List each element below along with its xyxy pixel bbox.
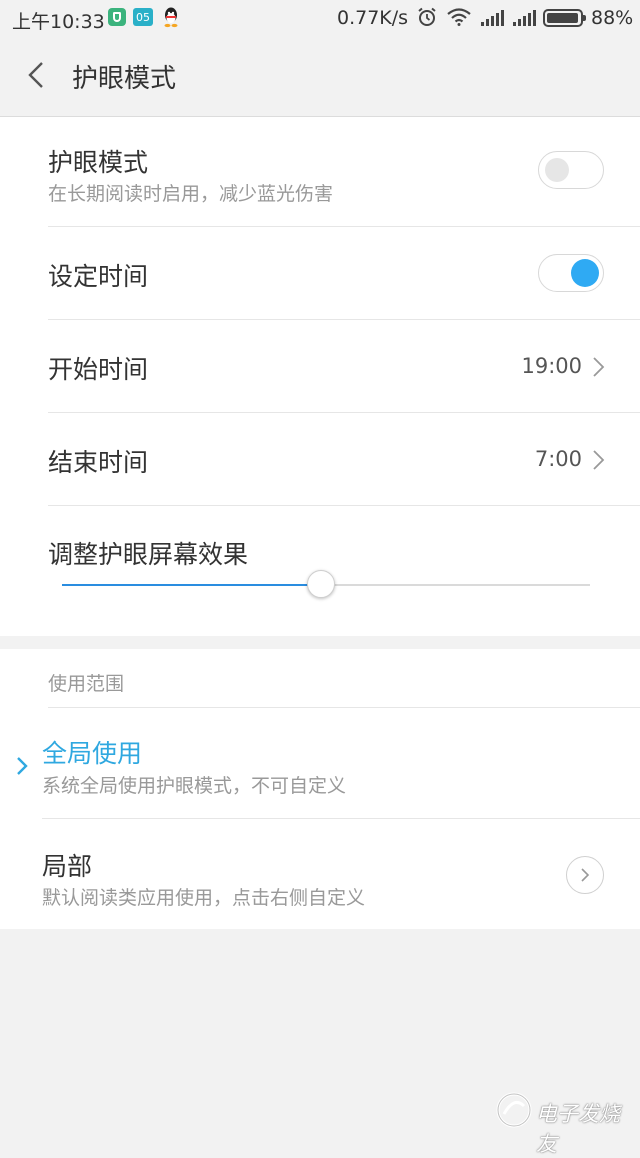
toggle-knob	[545, 158, 569, 182]
start-time-row[interactable]: 开始时间 19:00	[48, 320, 640, 413]
chevron-left-icon[interactable]	[24, 60, 50, 90]
settings-card: 护眼模式 在长期阅读时启用，减少蓝光伤害 设定时间 开始时间 19:00 结束时…	[0, 117, 640, 636]
battery-percent: 88%	[591, 7, 634, 29]
schedule-title: 设定时间	[48, 262, 149, 291]
scope-option-partial[interactable]: 局部 默认阅读类应用使用，点击右侧自定义	[42, 819, 640, 929]
battery-icon	[543, 9, 586, 27]
status-bar: 上午10:33 05 0.77K/s 88%	[0, 0, 640, 36]
app-header: 护眼模式	[0, 36, 640, 117]
end-time-title: 结束时间	[48, 448, 149, 477]
chevron-right-icon	[592, 356, 606, 378]
slider-thumb[interactable]	[307, 570, 335, 598]
customize-button[interactable]	[566, 856, 604, 894]
calendar-icon: 05	[133, 8, 153, 26]
scope-header-row: 使用范围	[48, 649, 640, 708]
eye-mode-title: 护眼模式	[48, 148, 149, 177]
scope-option-subtitle: 系统全局使用护眼模式，不可自定义	[42, 775, 347, 797]
alarm-icon	[417, 7, 437, 32]
watermark-text: 电子发烧友	[536, 1102, 620, 1156]
scope-option-subtitle: 默认阅读类应用使用，点击右侧自定义	[42, 887, 366, 909]
end-time-row[interactable]: 结束时间 7:00	[48, 413, 640, 506]
shield-icon	[108, 8, 126, 26]
watermark: 电子发烧友	[494, 1090, 634, 1156]
eye-mode-row[interactable]: 护眼模式 在长期阅读时启用，减少蓝光伤害	[48, 117, 640, 227]
slider-fill	[62, 584, 321, 586]
effect-slider[interactable]	[62, 570, 590, 598]
signal-icon	[480, 9, 504, 31]
start-time-title: 开始时间	[48, 355, 149, 384]
schedule-row[interactable]: 设定时间	[48, 227, 640, 320]
scope-option-title: 全局使用	[42, 739, 143, 768]
watermark-logo-icon	[496, 1092, 532, 1128]
eye-mode-subtitle: 在长期阅读时启用，减少蓝光伤害	[48, 183, 334, 205]
selected-chevron-icon	[16, 755, 30, 777]
scope-option-title: 局部	[42, 852, 93, 881]
schedule-toggle[interactable]	[538, 254, 604, 292]
wifi-icon	[447, 8, 471, 31]
network-speed: 0.77K/s	[337, 7, 409, 29]
effect-title: 调整护眼屏幕效果	[48, 540, 249, 569]
status-time: 上午10:33	[12, 11, 105, 33]
signal-icon	[512, 9, 536, 31]
scope-card: 使用范围 全局使用 系统全局使用护眼模式，不可自定义 局部 默认阅读类应用使用，…	[0, 649, 640, 929]
start-time-value: 19:00	[521, 354, 582, 378]
end-time-value: 7:00	[534, 447, 582, 471]
qq-icon	[162, 6, 180, 28]
eye-mode-toggle[interactable]	[538, 151, 604, 189]
page-title: 护眼模式	[72, 64, 177, 94]
section-label: 使用范围	[48, 673, 125, 695]
chevron-right-icon	[592, 449, 606, 471]
toggle-knob	[571, 259, 599, 287]
scope-option-global[interactable]: 全局使用 系统全局使用护眼模式，不可自定义	[42, 708, 640, 819]
